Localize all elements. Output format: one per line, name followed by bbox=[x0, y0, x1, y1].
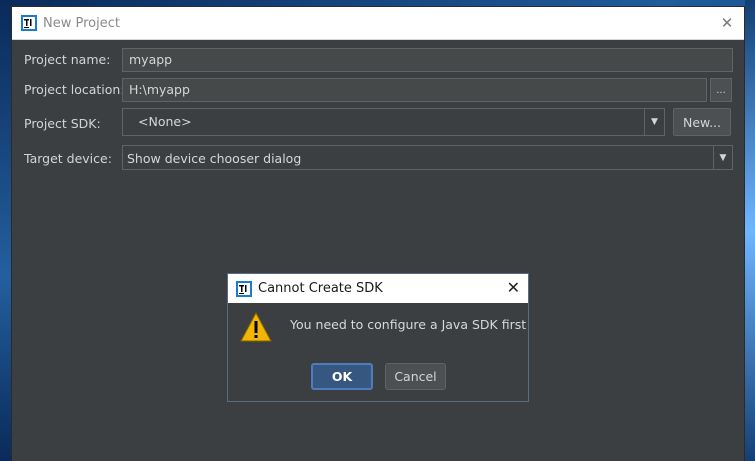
window-close-icon[interactable]: ✕ bbox=[716, 13, 738, 33]
target-device-select[interactable]: Show device chooser dialog ▼ bbox=[122, 145, 733, 170]
new-sdk-button[interactable]: New... bbox=[673, 108, 731, 136]
window-title: New Project bbox=[43, 15, 120, 31]
dialog-titlebar: Cannot Create SDK ✕ bbox=[228, 274, 528, 303]
project-sdk-row: Project SDK: <None> ▼ New... bbox=[12, 108, 744, 138]
dialog-message: You need to configure a Java SDK first bbox=[290, 317, 527, 332]
target-device-row: Target device: Show device chooser dialo… bbox=[12, 145, 744, 171]
target-device-value: Show device chooser dialog bbox=[127, 151, 302, 166]
project-sdk-label: Project SDK: bbox=[24, 116, 101, 131]
desktop-background-right bbox=[745, 0, 755, 461]
project-name-row: Project name: myapp bbox=[12, 48, 744, 72]
dialog-title: Cannot Create SDK bbox=[258, 281, 383, 296]
project-sdk-value: <None> bbox=[138, 114, 192, 129]
cancel-button[interactable]: Cancel bbox=[385, 363, 446, 390]
project-location-input[interactable]: H:\myapp bbox=[122, 78, 707, 102]
project-name-input[interactable]: myapp bbox=[122, 48, 733, 72]
chevron-down-icon: ▼ bbox=[713, 146, 732, 169]
project-location-label: Project location: bbox=[24, 82, 125, 97]
project-location-row: Project location: H:\myapp ... bbox=[12, 78, 744, 102]
desktop-background-left bbox=[0, 0, 12, 461]
ok-button[interactable]: OK bbox=[311, 363, 373, 390]
intellij-logo-icon bbox=[236, 280, 252, 297]
warning-icon bbox=[240, 312, 272, 342]
project-name-label: Project name: bbox=[24, 52, 111, 67]
dialog-close-icon[interactable]: ✕ bbox=[507, 278, 520, 297]
project-sdk-select[interactable]: <None> ▼ bbox=[122, 108, 665, 136]
chevron-down-icon: ▼ bbox=[644, 109, 664, 135]
window-titlebar: New Project ✕ bbox=[12, 7, 744, 40]
cannot-create-sdk-dialog: Cannot Create SDK ✕ You need to configur… bbox=[227, 273, 529, 402]
target-device-label: Target device: bbox=[24, 151, 112, 166]
browse-location-button[interactable]: ... bbox=[710, 78, 732, 102]
intellij-logo-icon bbox=[21, 15, 37, 31]
